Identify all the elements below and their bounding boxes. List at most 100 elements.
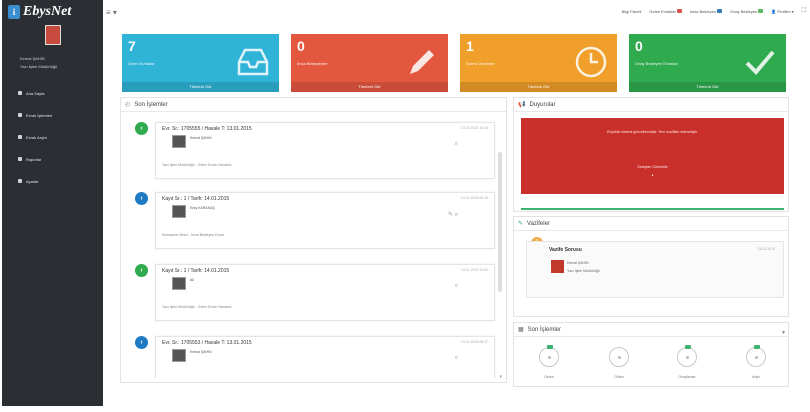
stat-incoming[interactable]: 7 Gelen Evraklar Tümünü Gör — [122, 34, 279, 92]
timeline-list: ‹ Evr. Sr.: 1705555 / Havale T: 13.01.20… — [129, 116, 497, 378]
badge-icon — [676, 9, 682, 13]
panel-title: Son İşlemler — [527, 326, 562, 333]
timeline-item[interactable]: Evr. Sr.: 1705553 / Havale T: 13.01.2015… — [155, 336, 495, 378]
calendar-icon: ▦ — [518, 327, 524, 333]
user-thumbnail — [172, 349, 186, 362]
timeline-dot-icon: ‹ — [135, 122, 148, 135]
stat-more-link[interactable]: Tümünü Gör — [291, 82, 448, 92]
tasks-panel: ✎ Vazifeler ! Vazife Sorusu 13.01.2015 K… — [513, 216, 789, 317]
recent-stat-circle[interactable] — [746, 345, 766, 367]
gear-icon — [18, 179, 22, 183]
timeline-dot-icon: › — [135, 192, 148, 205]
panel-header: ✎ Vazifeler — [514, 217, 788, 231]
recent-stat-circle[interactable] — [609, 347, 629, 367]
stat-label: Onay Bekleyen Evraklar — [635, 61, 678, 66]
panel-header: ▦ Son İşlemler — [514, 323, 788, 337]
logo-icon: i — [8, 5, 20, 19]
status-icon — [547, 345, 553, 349]
status-icon — [754, 345, 760, 349]
clock-icon: ◴ — [125, 102, 131, 108]
search-icon[interactable]: ⌕ — [455, 355, 458, 362]
report-icon — [18, 157, 22, 161]
app-root: i EbysNet Kemal ŞAHİN Yazı İşleri Müdürl… — [0, 0, 810, 412]
search-icon[interactable]: ⌕ — [455, 283, 458, 290]
panel-header: 📢 Duyurular — [514, 98, 788, 112]
stat-label: Gelen Evraklar — [128, 61, 155, 66]
task-item[interactable]: Vazife Sorusu 13.01.2015 Kemal ŞAHİN Yaz… — [526, 241, 784, 298]
sidebar-item-label: Ana Sayfa — [26, 90, 45, 96]
stat-count: 0 — [297, 38, 305, 54]
panel-header: ◴ Son İşlemler — [121, 98, 506, 112]
top-link-incoming[interactable]: Gelen Evraklar — [649, 9, 682, 14]
announcement-banner[interactable]: EbysNet sistemi güncellenmiştir. Yeni mo… — [521, 118, 784, 194]
carousel-indicator[interactable]: • — [521, 173, 784, 179]
top-link-approval[interactable]: Onay Bekleyen — [730, 9, 764, 14]
top-link-profile[interactable]: 👤 Profilim ▾ — [771, 9, 794, 14]
pencil-icon: ✎ — [518, 221, 524, 227]
search-icon[interactable]: ⌕ — [455, 141, 458, 148]
sidebar-item-reports[interactable]: Raporlar — [2, 148, 103, 170]
scrollbar[interactable] — [498, 152, 502, 292]
timeline-item[interactable]: Evr. Sr.: 1705555 / Havale T: 13.01.2015… — [155, 122, 495, 179]
user-thumbnail — [172, 205, 186, 218]
panel-title: Vazifeler — [527, 220, 550, 227]
recent-stat-circle[interactable] — [677, 345, 697, 367]
panel-title: Duyurular — [529, 101, 556, 108]
user-name: Kemal ŞAHİN — [20, 56, 45, 61]
stat-overdue[interactable]: 1 Süresi Geçenler Tümünü Gör — [460, 34, 617, 92]
stat-label: İmza Bekleyenler — [297, 61, 328, 66]
announcement-link[interactable]: Detayları Görüntüle — [521, 165, 784, 169]
stat-count: 0 — [635, 38, 643, 54]
sidebar-item-label: Ayarlar — [26, 178, 39, 184]
archive-icon — [18, 135, 22, 139]
sidebar-item-home[interactable]: Ana Sayfa — [2, 82, 103, 104]
brand-name: EbysNet — [23, 4, 72, 19]
sidebar-item-settings[interactable]: Ayarlar — [2, 170, 103, 192]
fullscreen-icon[interactable]: ⛶ — [802, 8, 806, 15]
sidebar: i EbysNet Kemal ŞAHİN Yazı İşleri Müdürl… — [2, 0, 103, 406]
top-links: Bilgi Paneli Gelen Evraklar İmza Bekleye… — [622, 8, 806, 15]
user-thumbnail — [551, 260, 564, 273]
top-link-signature[interactable]: İmza Bekleyen — [690, 9, 723, 14]
sidebar-item-label: Evrak İşlemleri — [26, 112, 53, 118]
scroll-down-icon[interactable]: ▾ — [499, 374, 502, 380]
collapse-icon[interactable]: ▾ — [782, 329, 785, 336]
sidebar-nav: Ana Sayfa Evrak İşlemleri Evrak Arşivi R… — [2, 82, 103, 192]
timeline-dot-icon: › — [135, 336, 148, 349]
stat-more-link[interactable]: Tümünü Gör — [460, 82, 617, 92]
timeline-item[interactable]: Kayıt Sr.: 1 / Tarih: 14.01.2015 14.01.2… — [155, 264, 495, 321]
badge-icon — [717, 9, 723, 13]
megaphone-icon: 📢 — [518, 102, 526, 108]
timeline-item[interactable]: Kayıt Sr.: 1 / Tarih: 14.01.2015 14.01.2… — [155, 192, 495, 249]
document-icon — [18, 113, 22, 117]
stat-approval[interactable]: 0 Onay Bekleyen Evraklar Tümünü Gör — [629, 34, 786, 92]
home-icon — [18, 91, 22, 95]
user-role: Yazı İşleri Müdürlüğü — [20, 64, 58, 69]
stat-count: 1 — [466, 38, 474, 54]
sidebar-item-label: Evrak Arşivi — [26, 134, 47, 140]
logo[interactable]: i EbysNet — [2, 0, 103, 24]
timeline-dot-icon: ‹ — [135, 264, 148, 277]
stat-more-link[interactable]: Tümünü Gör — [122, 82, 279, 92]
stat-signature[interactable]: 0 İmza Bekleyenler Tümünü Gör — [291, 34, 448, 92]
badge-icon — [758, 9, 764, 13]
recent-stat-circle[interactable] — [539, 345, 559, 367]
sidebar-item-archive[interactable]: Evrak Arşivi — [2, 126, 103, 148]
sidebar-item-documents[interactable]: Evrak İşlemleri — [2, 104, 103, 126]
stat-label: Süresi Geçenler — [466, 61, 495, 66]
clock-icon — [575, 46, 607, 78]
divider — [521, 208, 784, 210]
user-thumbnail — [172, 277, 186, 290]
top-link-dashboard[interactable]: Bilgi Paneli — [622, 9, 642, 14]
user-thumbnail — [172, 135, 186, 148]
avatar[interactable] — [45, 25, 61, 45]
timeline-panel: ◴ Son İşlemler ‹ Evr. Sr.: 1705555 / Hav… — [120, 97, 507, 383]
checkmark-icon — [745, 50, 775, 75]
search-icon[interactable]: ✎ ⌕ — [448, 211, 458, 219]
menu-toggle-icon[interactable]: ≡ ▾ — [106, 8, 117, 17]
recent-panel: ▦ Son İşlemler ▾ Gelen Giden Onaylanan A… — [513, 322, 789, 387]
sidebar-item-label: Raporlar — [26, 156, 42, 162]
inbox-icon — [237, 48, 269, 76]
stat-more-link[interactable]: Tümünü Gör — [629, 82, 786, 92]
pencil-icon — [410, 50, 434, 74]
